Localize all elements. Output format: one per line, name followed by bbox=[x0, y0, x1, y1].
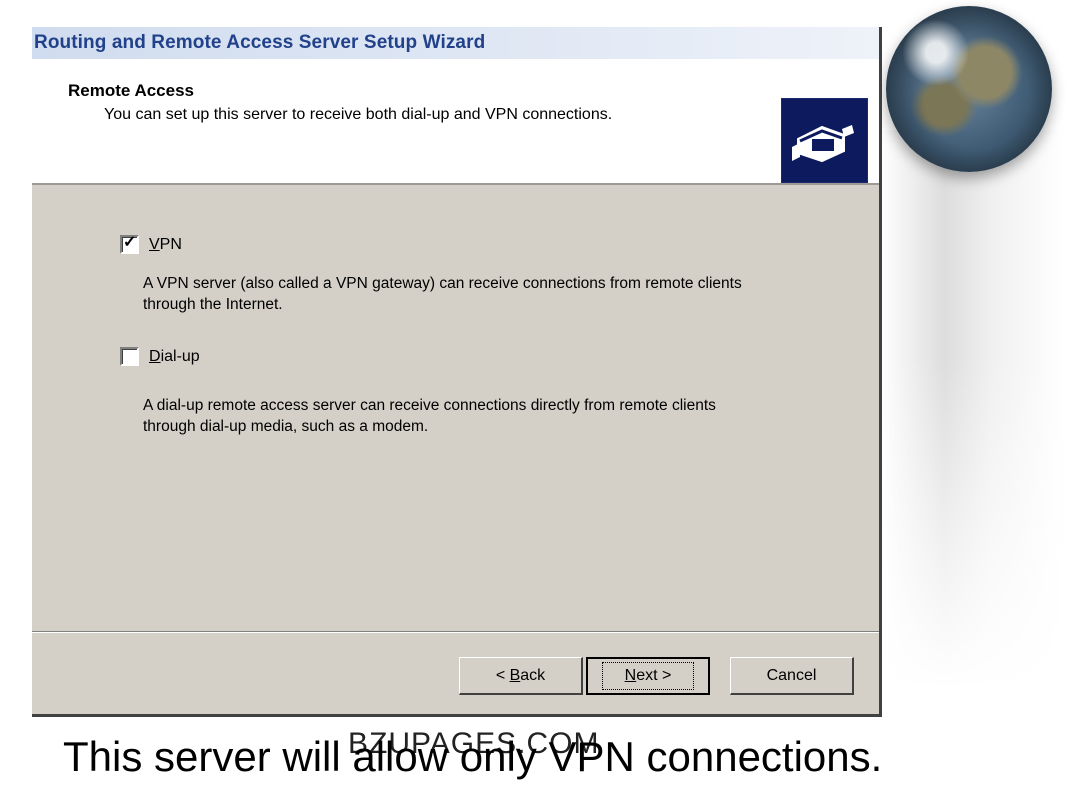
dialup-label-mnemonic: D bbox=[149, 347, 161, 365]
page-title: Remote Access bbox=[68, 81, 194, 100]
vpn-label-mnemonic: V bbox=[149, 235, 160, 253]
dialup-label-rest: ial-up bbox=[160, 347, 200, 365]
wizard-header: Remote Access You can set up this server… bbox=[32, 59, 879, 185]
back-rest: ack bbox=[520, 666, 546, 684]
globe-image bbox=[886, 6, 1052, 172]
back-prefix: < bbox=[495, 666, 510, 684]
next-rest: ext > bbox=[636, 667, 672, 684]
vpn-label-rest: PN bbox=[159, 235, 182, 253]
vpn-checkbox[interactable]: ✓ bbox=[120, 234, 139, 254]
next-focus-rect: Next > bbox=[601, 662, 695, 690]
vpn-option[interactable]: ✓ VPN bbox=[120, 234, 182, 254]
checkmark-icon: ✓ bbox=[123, 234, 137, 251]
cancel-button[interactable]: Cancel bbox=[730, 657, 854, 695]
wizard-dialog: Routing and Remote Access Server Setup W… bbox=[32, 27, 882, 717]
back-button[interactable]: < Back bbox=[459, 657, 583, 695]
vpn-description: A VPN server (also called a VPN gateway)… bbox=[143, 275, 742, 313]
slide-caption: This server will allow only VPN connecti… bbox=[63, 733, 883, 780]
window-title[interactable]: Routing and Remote Access Server Setup W… bbox=[32, 27, 879, 59]
page-subtitle: You can set up this server to receive bo… bbox=[104, 106, 613, 123]
network-connection-icon bbox=[781, 98, 868, 183]
dialup-label[interactable]: Dial-up bbox=[149, 348, 200, 366]
dialup-checkbox[interactable] bbox=[120, 347, 139, 366]
slide-side-fade bbox=[880, 130, 1065, 690]
vpn-label[interactable]: VPN bbox=[149, 236, 182, 254]
next-button[interactable]: Next > bbox=[586, 657, 710, 695]
back-mnemonic: B bbox=[509, 666, 521, 684]
footer-divider bbox=[32, 631, 879, 633]
next-mnemonic: N bbox=[624, 667, 637, 684]
dialup-option[interactable]: Dial-up bbox=[120, 347, 200, 366]
dialup-description: A dial-up remote access server can recei… bbox=[143, 397, 716, 435]
